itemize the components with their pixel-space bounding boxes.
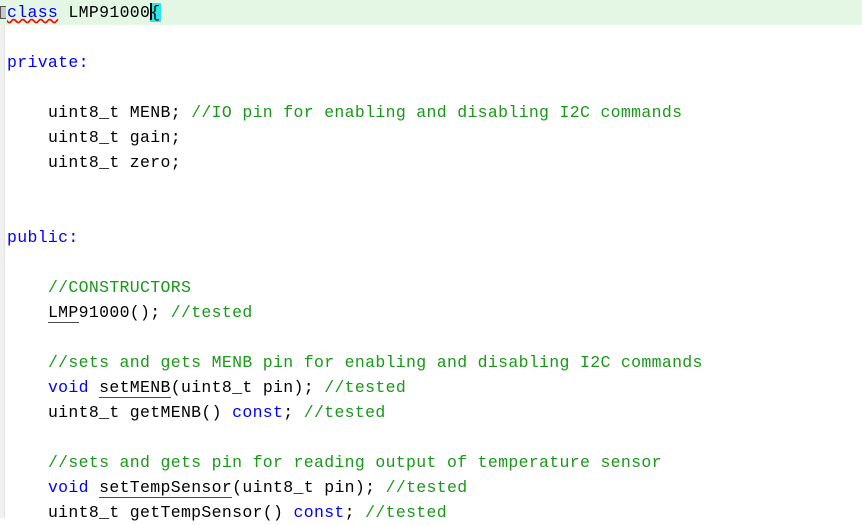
code-keyword: const — [232, 403, 284, 422]
code-text-area[interactable]: class LMP91000{ private: uint8_t MENB; /… — [0, 0, 862, 522]
code-line[interactable]: LMP91000(); //tested — [0, 300, 862, 325]
code-comment: //sets and gets pin for reading output o… — [47, 453, 662, 472]
code-text: uint8_t gain; — [47, 128, 181, 147]
code-comment: //tested — [385, 478, 468, 497]
code-line[interactable] — [0, 200, 862, 225]
code-text: ; — [344, 503, 366, 522]
code-keyword: const — [293, 503, 345, 522]
text-caret — [150, 3, 153, 20]
code-text: setTempSensor — [99, 478, 233, 498]
code-text: (uint8_t pin); — [232, 478, 386, 497]
code-line[interactable] — [0, 325, 862, 350]
code-line[interactable]: public: — [0, 225, 862, 250]
code-line[interactable]: //sets and gets MENB pin for enabling an… — [0, 350, 862, 375]
code-text: uint8_t MENB; — [47, 103, 192, 122]
code-line[interactable]: void setTempSensor(uint8_t pin); //teste… — [0, 475, 862, 500]
code-comment: //tested — [170, 303, 253, 322]
code-text: uint8_t getMENB() — [47, 403, 233, 422]
code-text: LMP91000 — [68, 3, 151, 22]
code-line[interactable] — [0, 425, 862, 450]
code-line[interactable]: uint8_t zero; — [0, 150, 862, 175]
code-keyword: void — [47, 478, 89, 497]
code-comment: //tested — [303, 403, 386, 422]
code-line[interactable]: class LMP91000{ — [0, 0, 862, 25]
code-line[interactable] — [0, 25, 862, 50]
code-line[interactable] — [0, 250, 862, 275]
code-comment: //IO pin for enabling and disabling I2C … — [191, 103, 683, 122]
code-line[interactable]: uint8_t getTempSensor() const; //tested — [0, 500, 862, 525]
code-editor[interactable]: class LMP91000{ private: uint8_t MENB; /… — [0, 0, 862, 522]
code-text: setMENB — [99, 378, 171, 398]
code-line[interactable]: //sets and gets pin for reading output o… — [0, 450, 862, 475]
code-line[interactable]: private: — [0, 50, 862, 75]
code-line[interactable] — [0, 175, 862, 200]
code-line[interactable]: uint8_t getMENB() const; //tested — [0, 400, 862, 425]
code-line[interactable]: uint8_t MENB; //IO pin for enabling and … — [0, 100, 862, 125]
code-keyword: private: — [7, 53, 89, 72]
code-comment: //tested — [324, 378, 407, 397]
code-text: 91000(); — [78, 303, 171, 322]
code-line[interactable] — [0, 75, 862, 100]
code-keyword: class — [7, 3, 59, 22]
code-text: (uint8_t pin); — [170, 378, 325, 397]
code-line[interactable]: void setMENB(uint8_t pin); //tested — [0, 375, 862, 400]
code-text: uint8_t getTempSensor() — [47, 503, 294, 522]
code-fold-marker-icon[interactable] — [0, 6, 6, 19]
code-line[interactable]: //CONSTRUCTORS — [0, 275, 862, 300]
code-text: LMP — [47, 303, 79, 323]
code-keyword: void — [47, 378, 89, 397]
code-comment: //sets and gets MENB pin for enabling an… — [47, 353, 703, 372]
code-line[interactable]: uint8_t gain; — [0, 125, 862, 150]
code-comment: //tested — [365, 503, 447, 522]
code-text: ; — [283, 403, 304, 422]
code-keyword: public: — [7, 228, 79, 247]
code-text: uint8_t zero; — [47, 153, 181, 172]
code-comment: //CONSTRUCTORS — [47, 278, 192, 297]
